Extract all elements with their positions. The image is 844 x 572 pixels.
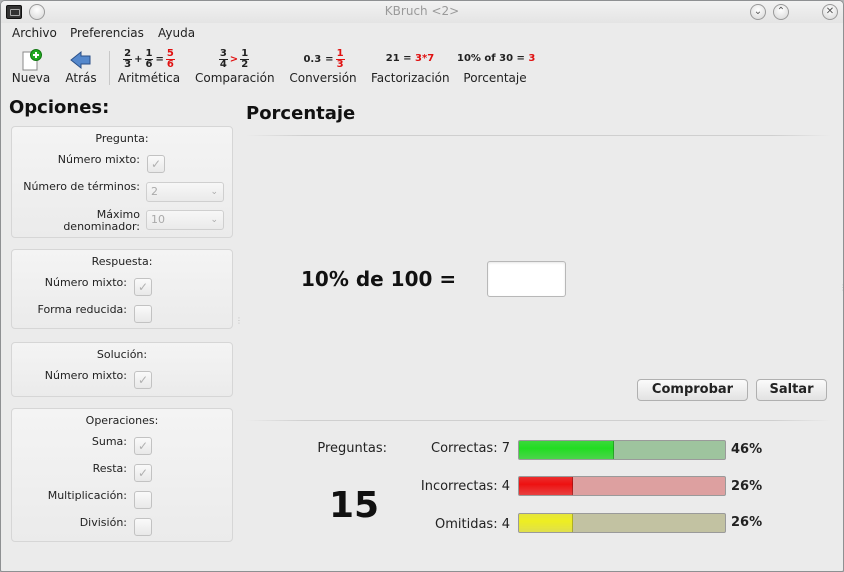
multiplicacion-label: Multiplicación: [47,489,127,502]
num-terminos-label: Número de términos: [23,180,140,193]
options-title: Opciones: [9,97,110,118]
percentage-icon: 10% of 30 = 3 [457,53,536,64]
conversion-button[interactable]: 0.3 = 1 3 Conversión [287,45,359,89]
pregunta-group-title: Pregunta: [95,132,149,145]
respuesta-numero-mixto-label: Número mixto: [44,276,127,289]
incorrectas-bar-fill [519,477,573,495]
back-arrow-icon [61,49,101,71]
nueva-button[interactable]: Nueva [11,45,51,89]
minimize-icon[interactable]: ⌄ [750,4,766,20]
chevron-down-icon: ⌄ [210,187,218,197]
question-text: 10% de 100 = [301,267,457,291]
correctas-percent: 46% [731,442,763,457]
respuesta-group: Respuesta: Número mixto: Forma reducida: [11,249,233,329]
incorrectas-percent: 26% [731,479,763,494]
saltar-button[interactable]: Saltar [756,379,827,401]
aritmetica-button[interactable]: 2 3 +1 6 = 5 6 Aritmética [113,45,185,89]
menu-archivo[interactable]: Archivo [12,26,57,40]
toolbar-separator [109,51,110,85]
pregunta-numero-mixto-checkbox[interactable] [147,155,165,173]
forma-reducida-label: Forma reducida: [37,303,127,316]
atras-button[interactable]: Atrás [61,45,101,89]
omitidas-label: Omitidas: 4 [435,517,510,532]
suma-checkbox[interactable] [134,437,152,455]
incorrectas-bar [518,476,726,496]
comparison-icon: 3 4 >1 2 [218,48,250,70]
respuesta-group-title: Respuesta: [91,255,153,268]
maximize-icon[interactable]: ⌃ [773,4,789,20]
suma-label: Suma: [91,435,127,448]
pregunta-numero-mixto-label: Número mixto: [57,153,140,166]
kbruch-window: KBruch <2> ⌄ ⌃ ✕ Archivo Preferencias Ay… [0,0,844,572]
solucion-numero-mixto-label: Número mixto: [44,369,127,382]
splitter-handle[interactable]: ⋮ [235,316,243,325]
preguntas-count: 15 [328,485,380,526]
omitidas-bar [518,513,726,533]
menu-bar: Archivo Preferencias Ayuda [1,23,843,43]
comprobar-button[interactable]: Comprobar [637,379,748,401]
title-bar: KBruch <2> ⌄ ⌃ ✕ [1,1,843,23]
menu-preferencias[interactable]: Preferencias [70,26,144,40]
pregunta-group: Pregunta: Número mixto: Número de términ… [11,126,233,238]
stats-divider [246,420,831,421]
factorizacion-button[interactable]: 21 = 3*7 Factorización [371,45,450,89]
incorrectas-label: Incorrectas: 4 [420,479,510,494]
omitidas-percent: 26% [731,515,763,530]
division-label: División: [79,516,127,529]
chevron-down-icon: ⌄ [210,215,218,225]
answer-input[interactable] [487,261,566,297]
factorization-icon: 21 = 3*7 [385,53,435,64]
solucion-group-title: Solución: [96,348,148,361]
right-splitter-handle[interactable]: ⋮ [839,283,843,292]
preguntas-label: Preguntas: [317,441,387,456]
correctas-label: Correctas: 7 [431,441,510,456]
correctas-bar-fill [519,441,614,459]
forma-reducida-checkbox[interactable] [134,305,152,323]
resta-label: Resta: [92,462,127,475]
menu-ayuda[interactable]: Ayuda [158,26,195,40]
num-terminos-select[interactable]: 2 ⌄ [146,182,224,202]
new-document-icon [11,49,51,71]
resta-checkbox[interactable] [134,464,152,482]
porcentaje-title: Porcentaje [246,103,356,124]
solucion-group: Solución: Número mixto: [11,342,233,397]
omitidas-bar-fill [519,514,573,532]
comparacion-button[interactable]: 3 4 >1 2 Comparación [195,45,275,89]
division-checkbox[interactable] [134,518,152,536]
operaciones-group: Operaciones: Suma: Resta: Multiplicación… [11,408,233,542]
conversion-icon: 0.3 = 1 3 [303,48,345,70]
title-divider [246,135,831,136]
respuesta-numero-mixto-checkbox[interactable] [134,278,152,296]
window-title: KBruch <2> [384,4,460,18]
max-denom-select[interactable]: 10 ⌄ [146,210,224,230]
toolbar: Nueva Atrás 2 3 +1 6 = 5 6 Aritmética 3 4 >1 2 Co… [1,45,843,91]
close-icon[interactable]: ✕ [822,4,838,20]
max-denom-label: Máximo denominador: [63,208,140,233]
solucion-numero-mixto-checkbox[interactable] [134,371,152,389]
correctas-bar [518,440,726,460]
porcentaje-button[interactable]: 10% of 30 = 3 Porcentaje [457,45,536,89]
operaciones-group-title: Operaciones: [85,414,159,427]
arithmetic-icon: 2 3 +1 6 = 5 6 [123,48,175,70]
multiplicacion-checkbox[interactable] [134,491,152,509]
